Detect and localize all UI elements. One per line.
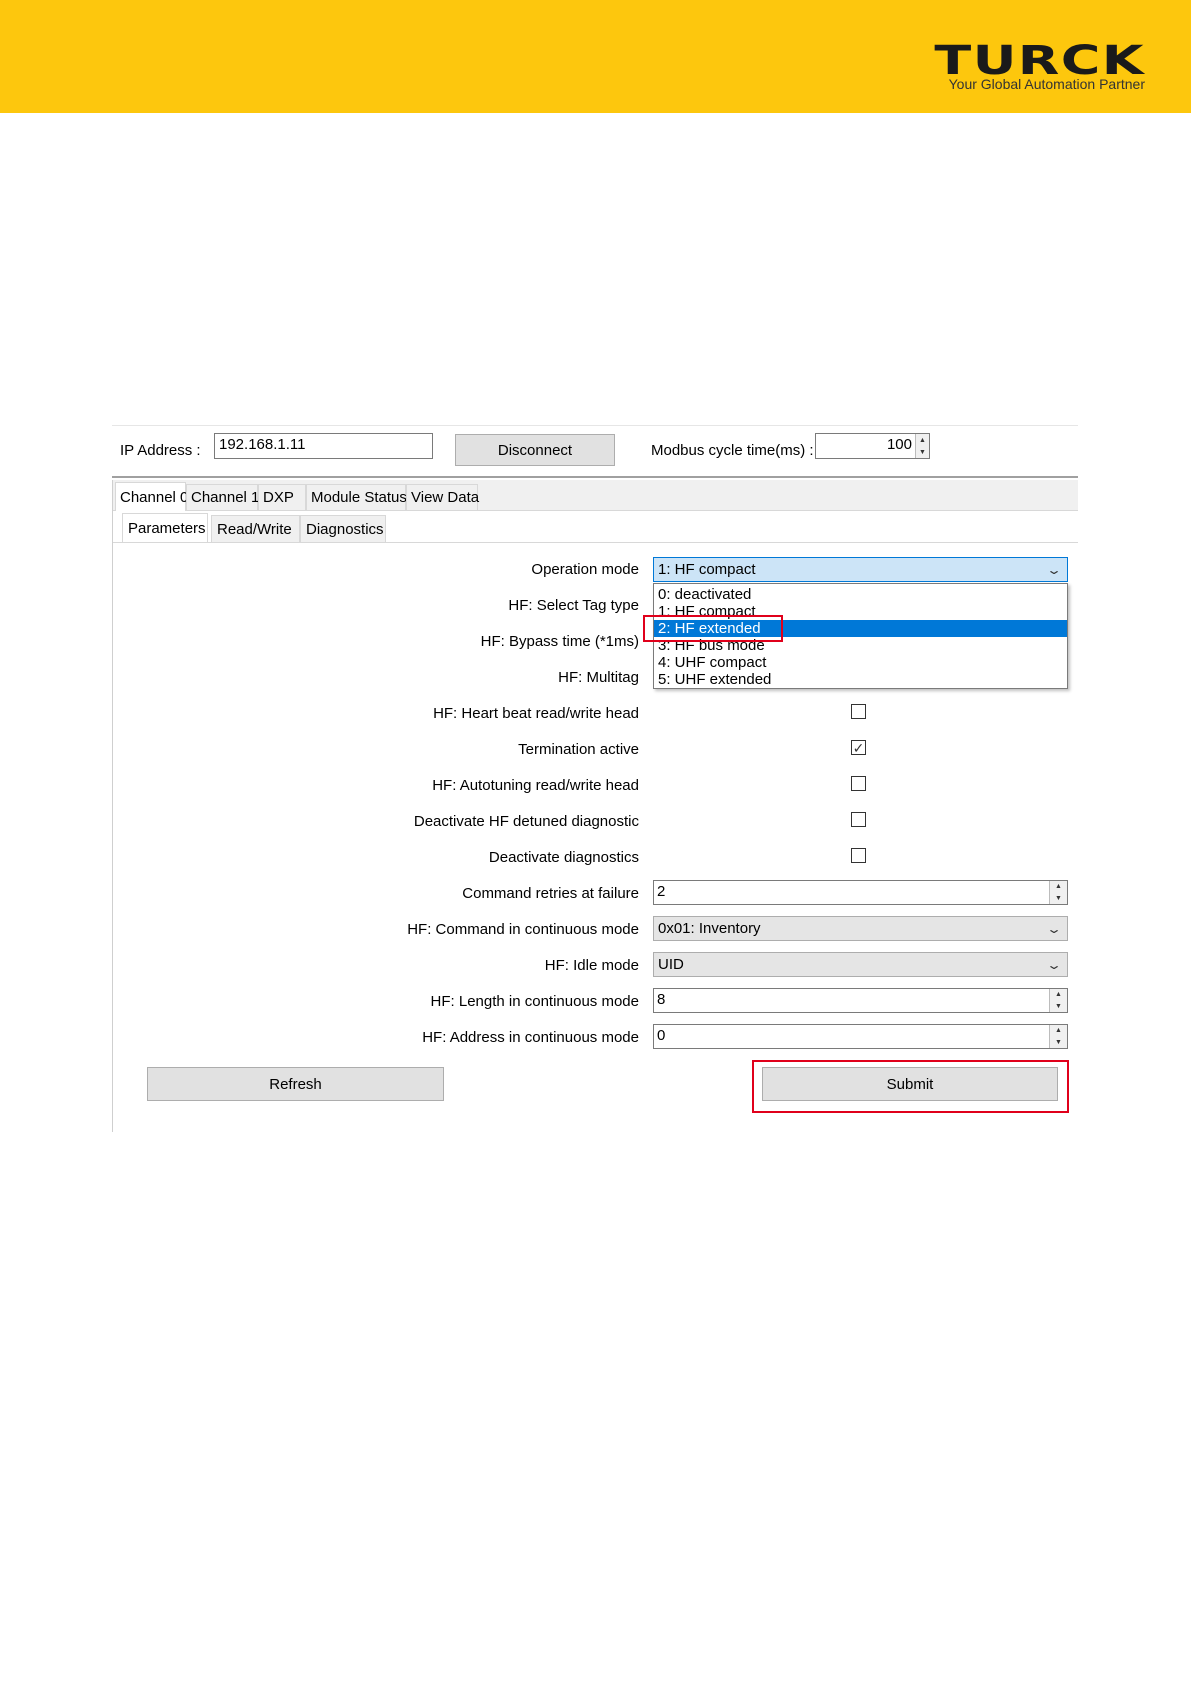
deactivate-diagnostics-checkbox[interactable]: [851, 848, 866, 863]
option-deactivated[interactable]: 0: deactivated: [658, 586, 751, 603]
bypass-time-label: HF: Bypass time (*1ms): [480, 633, 639, 650]
tab-channel-1[interactable]: Channel 1: [186, 484, 259, 510]
checkmark-icon: ✓: [852, 739, 865, 756]
autotuning-checkbox[interactable]: [851, 776, 866, 791]
continuous-command-select[interactable]: 0x01: Inventory ⌄: [653, 916, 1068, 941]
length-value: 8: [657, 991, 666, 1008]
address-label: HF: Address in continuous mode: [422, 1029, 639, 1046]
termination-label: Termination active: [518, 741, 639, 758]
deactivate-detuned-label: Deactivate HF detuned diagnostic: [413, 813, 639, 830]
modbus-cycle-label: Modbus cycle time(ms) :: [651, 442, 814, 459]
address-value: 0: [657, 1027, 666, 1044]
panel-border: [112, 480, 113, 1132]
continuous-command-value: 0x01: Inventory: [658, 920, 761, 937]
option-uhf-extended[interactable]: 5: UHF extended: [658, 671, 771, 688]
idle-mode-value: UID: [658, 956, 684, 973]
idle-mode-select[interactable]: UID ⌄: [653, 952, 1068, 977]
tab-view-data[interactable]: View Data: [406, 484, 479, 510]
tab-dxp[interactable]: DXP: [258, 484, 306, 510]
ip-address-input[interactable]: 192.168.1.11: [214, 433, 433, 459]
select-tag-type-label: HF: Select Tag type: [508, 597, 639, 614]
length-spin-icon[interactable]: ▲ ▼: [1049, 989, 1067, 1012]
separator: [112, 476, 1078, 478]
idle-mode-label: HF: Idle mode: [544, 957, 639, 974]
termination-checkbox[interactable]: ✓: [851, 740, 866, 755]
option-uhf-compact[interactable]: 4: UHF compact: [658, 654, 766, 671]
refresh-button[interactable]: Refresh: [147, 1067, 444, 1101]
modbus-cycle-value: 100: [886, 436, 912, 453]
logo-tagline: Your Global Automation Partner: [948, 76, 1145, 92]
deactivate-detuned-checkbox[interactable]: [851, 812, 866, 827]
subtab-diagnostics[interactable]: Diagnostics: [300, 515, 386, 542]
address-spin-icon[interactable]: ▲ ▼: [1049, 1025, 1067, 1048]
submit-highlight-box: [752, 1060, 1069, 1113]
command-retries-stepper[interactable]: 2 ▲ ▼: [653, 880, 1068, 905]
chevron-down-icon: ⌄: [1045, 957, 1063, 972]
address-stepper[interactable]: 0 ▲ ▼: [653, 1024, 1068, 1049]
length-stepper[interactable]: 8 ▲ ▼: [653, 988, 1068, 1013]
subtab-parameters[interactable]: Parameters: [122, 513, 208, 543]
modbus-cycle-spin-icon[interactable]: ▲ ▼: [915, 434, 929, 458]
subtab-divider: [112, 542, 1078, 543]
subtab-read-write[interactable]: Read/Write: [211, 515, 300, 542]
option-highlight-box: [643, 615, 783, 642]
heartbeat-checkbox[interactable]: [851, 704, 866, 719]
chevron-down-icon: ⌄: [1045, 562, 1063, 577]
deactivate-diagnostics-label: Deactivate diagnostics: [488, 849, 639, 866]
length-label: HF: Length in continuous mode: [430, 993, 639, 1010]
continuous-command-label: HF: Command in continuous mode: [407, 921, 639, 938]
autotuning-label: HF: Autotuning read/write head: [432, 777, 639, 794]
disconnect-button[interactable]: Disconnect: [455, 434, 615, 466]
heartbeat-label: HF: Heart beat read/write head: [433, 705, 639, 722]
ip-address-label: IP Address :: [120, 442, 201, 459]
operation-mode-label: Operation mode: [531, 561, 639, 578]
modbus-cycle-stepper[interactable]: 100 ▲ ▼: [815, 433, 930, 459]
command-retries-spin-icon[interactable]: ▲ ▼: [1049, 881, 1067, 904]
tab-module-status[interactable]: Module Status: [306, 484, 407, 510]
command-retries-value: 2: [657, 883, 666, 900]
multitag-label: HF: Multitag: [558, 669, 639, 686]
operation-mode-select[interactable]: 1: HF compact ⌄: [653, 557, 1068, 582]
tab-channel-0[interactable]: Channel 0: [115, 482, 188, 511]
operation-mode-value: 1: HF compact: [658, 561, 756, 578]
command-retries-label: Command retries at failure: [462, 885, 639, 902]
chevron-down-icon: ⌄: [1045, 921, 1063, 936]
